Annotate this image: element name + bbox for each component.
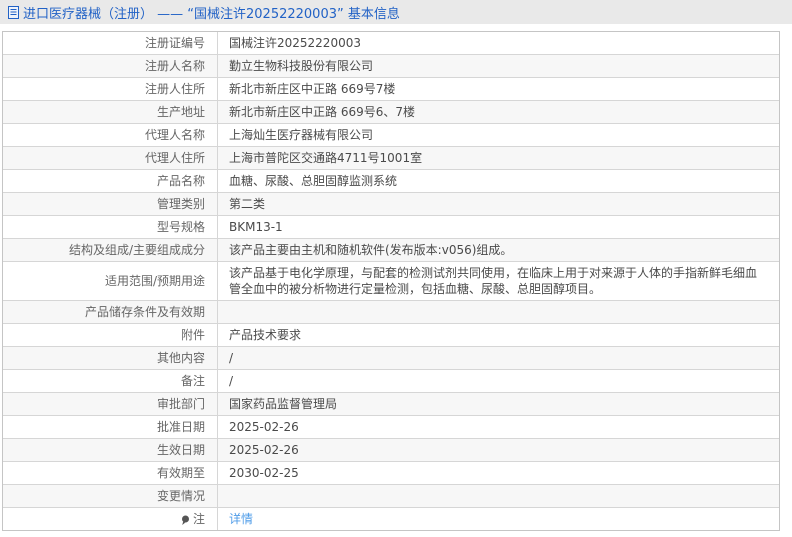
table-row-registrant-name: 注册人名称 勤立生物科技股份有限公司 [3, 55, 779, 78]
page-title: 进口医疗器械（注册） —— “国械注许20252220003” 基本信息 [23, 3, 400, 22]
row-label: 结构及组成/主要组成成分 [3, 239, 218, 261]
row-label: 注册证编号 [3, 32, 218, 54]
table-row-management-class: 管理类别 第二类 [3, 193, 779, 216]
table-row-agent-name: 代理人名称 上海灿生医疗器械有限公司 [3, 124, 779, 147]
row-value: / [218, 347, 779, 369]
row-value: 该产品主要由主机和随机软件(发布版本:v056)组成。 [218, 239, 779, 261]
row-label: 附件 [3, 324, 218, 346]
row-label: 其他内容 [3, 347, 218, 369]
row-label: 适用范围/预期用途 [3, 262, 218, 300]
table-row-note: 注 详情 [3, 508, 779, 530]
table-row-approval-date: 批准日期 2025-02-26 [3, 416, 779, 439]
details-link[interactable]: 详情 [229, 511, 253, 527]
table-row-remarks: 备注 / [3, 370, 779, 393]
row-label: 备注 [3, 370, 218, 392]
table-row-other-content: 其他内容 / [3, 347, 779, 370]
row-label: 管理类别 [3, 193, 218, 215]
row-value: 上海灿生医疗器械有限公司 [218, 124, 779, 146]
table-row-agent-address: 代理人住所 上海市普陀区交通路4711号1001室 [3, 147, 779, 170]
row-value: 国械注许20252220003 [218, 32, 779, 54]
table-row-product-name: 产品名称 血糖、尿酸、总胆固醇监测系统 [3, 170, 779, 193]
row-value: 上海市普陀区交通路4711号1001室 [218, 147, 779, 169]
row-value: BKM13-1 [218, 216, 779, 238]
table-row-effective-date: 生效日期 2025-02-26 [3, 439, 779, 462]
table-row-structure-composition: 结构及组成/主要组成成分 该产品主要由主机和随机软件(发布版本:v056)组成。 [3, 239, 779, 262]
page-header: 进口医疗器械（注册） —— “国械注许20252220003” 基本信息 [0, 0, 792, 24]
row-label: 产品储存条件及有效期 [3, 301, 218, 323]
row-label: 代理人名称 [3, 124, 218, 146]
device-registration-page: 进口医疗器械（注册） —— “国械注许20252220003” 基本信息 注册证… [0, 0, 792, 537]
row-label: 变更情况 [3, 485, 218, 507]
table-row-approval-department: 审批部门 国家药品监督管理局 [3, 393, 779, 416]
row-label: 生产地址 [3, 101, 218, 123]
row-value: 2030-02-25 [218, 462, 779, 484]
note-icon [181, 515, 190, 526]
table-row-intended-use: 适用范围/预期用途 该产品基于电化学原理，与配套的检测试剂共同使用，在临床上用于… [3, 262, 779, 301]
row-label: 注册人住所 [3, 78, 218, 100]
row-label: 有效期至 [3, 462, 218, 484]
table-row-model-spec: 型号规格 BKM13-1 [3, 216, 779, 239]
row-label: 生效日期 [3, 439, 218, 461]
row-label: 审批部门 [3, 393, 218, 415]
row-value: 该产品基于电化学原理，与配套的检测试剂共同使用，在临床上用于对来源于人体的手指新… [218, 262, 779, 300]
row-value: 产品技术要求 [218, 324, 779, 346]
row-value: 新北市新庄区中正路 669号7楼 [218, 78, 779, 100]
row-value: 2025-02-26 [218, 416, 779, 438]
table-row-production-address: 生产地址 新北市新庄区中正路 669号6、7楼 [3, 101, 779, 124]
table-row-registration-number: 注册证编号 国械注许20252220003 [3, 32, 779, 55]
table-row-registrant-address: 注册人住所 新北市新庄区中正路 669号7楼 [3, 78, 779, 101]
row-value: / [218, 370, 779, 392]
registration-info-table: 注册证编号 国械注许20252220003 注册人名称 勤立生物科技股份有限公司… [2, 31, 780, 531]
row-label: 注册人名称 [3, 55, 218, 77]
row-label: 型号规格 [3, 216, 218, 238]
table-row-change-status: 变更情况 [3, 485, 779, 508]
row-value: 第二类 [218, 193, 779, 215]
row-value: 勤立生物科技股份有限公司 [218, 55, 779, 77]
document-icon [7, 5, 20, 20]
row-value: 国家药品监督管理局 [218, 393, 779, 415]
table-row-attachment: 附件 产品技术要求 [3, 324, 779, 347]
table-row-storage-validity: 产品储存条件及有效期 [3, 301, 779, 324]
row-label: 代理人住所 [3, 147, 218, 169]
row-label: 产品名称 [3, 170, 218, 192]
row-label: 注 [193, 511, 205, 527]
row-value: 2025-02-26 [218, 439, 779, 461]
row-value: 新北市新庄区中正路 669号6、7楼 [218, 101, 779, 123]
row-value [218, 485, 779, 507]
row-label: 批准日期 [3, 416, 218, 438]
table-row-expiry-date: 有效期至 2030-02-25 [3, 462, 779, 485]
row-value [218, 301, 779, 323]
row-value: 血糖、尿酸、总胆固醇监测系统 [218, 170, 779, 192]
